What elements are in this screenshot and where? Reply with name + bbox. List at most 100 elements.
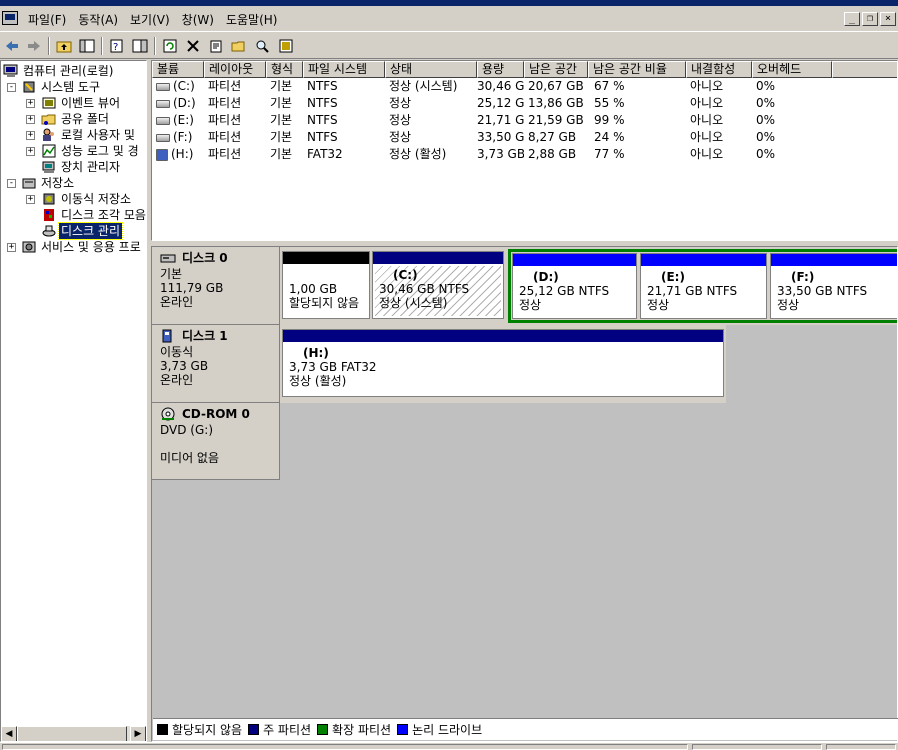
storage-icon xyxy=(21,175,37,191)
tree-root[interactable]: 컴퓨터 관리(로컬) xyxy=(21,63,115,79)
fault-cell: 아니오 xyxy=(690,113,724,127)
removable-storage-icon xyxy=(41,191,57,207)
cdrom-0-row: CD-ROM 0 DVD (G:) 미디어 없음 xyxy=(152,403,897,480)
table-row[interactable]: (D:) 파티션 기본 NTFS 정상 25,12 GB 13,86 GB 55… xyxy=(152,95,832,112)
expand-icon[interactable]: + xyxy=(26,147,35,156)
table-row[interactable]: (E:) 파티션 기본 NTFS 정상 21,71 GB 21,59 GB 99… xyxy=(152,112,832,129)
close-button[interactable]: × xyxy=(880,12,896,26)
menu-window[interactable]: 창(W) xyxy=(176,11,220,29)
tree-local-users[interactable]: 로컬 사용자 및 xyxy=(59,127,137,143)
tree-event-viewer[interactable]: 이벤트 뷰어 xyxy=(59,95,122,111)
col-filesystem[interactable]: 파일 시스템 xyxy=(303,61,385,78)
search-icon[interactable] xyxy=(252,37,272,55)
partition-h[interactable]: (H:) 3,73 GB FAT32 정상 (활성) xyxy=(282,329,724,397)
expand-icon[interactable]: + xyxy=(26,195,35,204)
free-cell: 21,59 GB xyxy=(528,113,584,127)
col-fault-tolerance[interactable]: 내결함성 xyxy=(686,61,752,78)
tree-device-manager[interactable]: 장치 관리자 xyxy=(59,159,122,175)
restore-button[interactable]: ❐ xyxy=(862,12,878,26)
properties-icon[interactable]: ? xyxy=(107,37,127,55)
disk-1-info[interactable]: 디스크 1 이동식 3,73 GB 온라인 xyxy=(152,325,280,403)
disk-0-size: 111,79 GB xyxy=(160,281,224,295)
tree-disk-management[interactable]: 디스크 관리 xyxy=(57,222,124,240)
col-layout[interactable]: 레이아웃 xyxy=(204,61,266,78)
tree-services[interactable]: 서비스 및 응용 프로 xyxy=(39,239,143,255)
fs-cell: NTFS xyxy=(307,113,338,127)
collapse-icon[interactable]: - xyxy=(7,83,16,92)
col-free-percent[interactable]: 남은 공간 비율 xyxy=(588,61,686,78)
table-row[interactable]: (F:) 파티션 기본 NTFS 정상 33,50 GB 8,27 GB 24 … xyxy=(152,129,832,146)
col-free-space[interactable]: 남은 공간 xyxy=(524,61,588,78)
partition-f[interactable]: (F:) 33,50 GB NTFS 정상 xyxy=(770,253,897,319)
expand-icon[interactable]: + xyxy=(26,99,35,108)
overhead-cell: 0% xyxy=(756,147,776,161)
delete-icon[interactable] xyxy=(183,37,203,55)
show-tree-icon[interactable] xyxy=(77,37,97,55)
console-tree[interactable]: 컴퓨터 관리(로컬) - 시스템 도구 + 이벤트 뷰어 + 공유 폴더 + 로… xyxy=(0,60,147,742)
tree-removable-storage[interactable]: 이동식 저장소 xyxy=(59,191,133,207)
legend: 할당되지 않음 주 파티션 확장 파티션 논리 드라이브 xyxy=(153,718,898,740)
open-icon[interactable] xyxy=(229,37,249,55)
cdrom-0-info[interactable]: CD-ROM 0 DVD (G:) 미디어 없음 xyxy=(152,403,280,480)
table-row[interactable]: (H:) 파티션 기본 FAT32 정상 (활성) 3,73 GB 2,88 G… xyxy=(152,146,832,163)
show-pane-icon[interactable] xyxy=(130,37,150,55)
expand-icon[interactable]: + xyxy=(26,131,35,140)
menu-file[interactable]: 파일(F) xyxy=(22,11,72,29)
removable-drive-icon xyxy=(156,148,168,161)
tree-system-tools[interactable]: 시스템 도구 xyxy=(39,79,102,95)
system-menu-icon[interactable] xyxy=(2,11,18,25)
up-folder-icon[interactable] xyxy=(54,37,74,55)
disk-0-info[interactable]: 디스크 0 기본 111,79 GB 온라인 xyxy=(152,247,280,325)
logical-drive-bar xyxy=(641,254,766,266)
col-volume[interactable]: 볼륨 xyxy=(152,61,204,78)
disk-management-icon xyxy=(41,223,57,239)
back-icon[interactable] xyxy=(2,37,22,55)
capacity-cell: 3,73 GB xyxy=(477,147,524,161)
menu-view[interactable]: 보기(V) xyxy=(124,11,176,29)
col-overhead[interactable]: 오버헤드 xyxy=(752,61,832,78)
tree-shared-folders[interactable]: 공유 폴더 xyxy=(59,111,111,127)
col-capacity[interactable]: 용량 xyxy=(477,61,524,78)
partition-e[interactable]: (E:) 21,71 GB NTFS 정상 xyxy=(640,253,767,319)
tree-defrag[interactable]: 디스크 조각 모음 xyxy=(59,207,146,223)
partition-c[interactable]: (C:) 30,46 GB NTFS 정상 (시스템) xyxy=(372,251,504,319)
scroll-thumb[interactable] xyxy=(17,726,127,741)
volume-list[interactable]: 볼륨 레이아웃 형식 파일 시스템 상태 용량 남은 공간 남은 공간 비율 내… xyxy=(151,60,898,241)
table-row[interactable]: (C:) 파티션 기본 NTFS 정상 (시스템) 30,46 GB 20,67… xyxy=(152,78,832,95)
menu-action[interactable]: 동작(A) xyxy=(72,11,124,29)
partition-d-name: (D:) xyxy=(533,270,559,284)
refresh-icon[interactable] xyxy=(160,37,180,55)
expand-icon[interactable]: + xyxy=(26,115,35,124)
col-type[interactable]: 형식 xyxy=(266,61,303,78)
unallocated-swatch-icon xyxy=(157,724,168,735)
expand-icon[interactable]: + xyxy=(7,243,16,252)
volume-cell: (H:) xyxy=(152,146,204,163)
fault-cell: 아니오 xyxy=(690,79,724,93)
tree-horizontal-scrollbar[interactable]: ◀ ▶ xyxy=(1,725,146,741)
scroll-left-icon[interactable]: ◀ xyxy=(1,726,17,741)
forward-icon[interactable] xyxy=(24,37,44,55)
logical-drive-bar xyxy=(513,254,636,266)
scroll-right-icon[interactable]: ▶ xyxy=(130,726,146,741)
help-icon[interactable] xyxy=(276,37,296,55)
type-cell: 기본 xyxy=(270,96,293,110)
disk-0-title: 디스크 0 xyxy=(182,251,228,265)
tree-perf-logs[interactable]: 성능 로그 및 경 xyxy=(59,143,141,159)
status-panel xyxy=(692,744,822,750)
col-status[interactable]: 상태 xyxy=(385,61,477,78)
unallocated-size: 1,00 GB xyxy=(289,282,338,296)
overhead-cell: 0% xyxy=(756,130,776,144)
disk-0-state: 온라인 xyxy=(160,295,194,309)
volume-list-header: 볼륨 레이아웃 형식 파일 시스템 상태 용량 남은 공간 남은 공간 비율 내… xyxy=(152,61,897,78)
tree-storage[interactable]: 저장소 xyxy=(39,175,76,191)
properties2-icon[interactable] xyxy=(206,37,226,55)
collapse-icon[interactable]: - xyxy=(7,179,16,188)
free-cell: 13,86 GB xyxy=(528,96,584,110)
menu-help[interactable]: 도움말(H) xyxy=(220,11,284,29)
overhead-cell: 0% xyxy=(756,79,776,93)
minimize-button[interactable]: _ xyxy=(844,12,860,26)
fault-cell: 아니오 xyxy=(690,130,724,144)
partition-d[interactable]: (D:) 25,12 GB NTFS 정상 xyxy=(512,253,637,319)
partition-unallocated[interactable]: 1,00 GB 할당되지 않음 xyxy=(282,251,370,319)
fault-cell: 아니오 xyxy=(690,147,724,161)
